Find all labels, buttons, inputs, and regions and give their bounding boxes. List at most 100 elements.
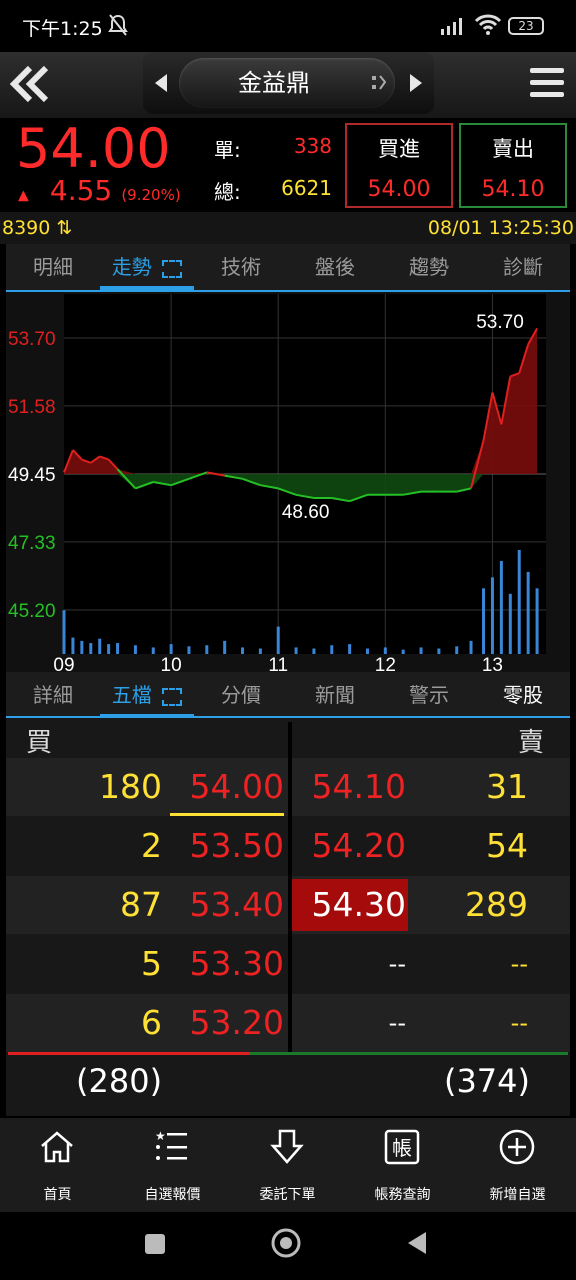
battery-icon: 23 (508, 17, 544, 35)
x-tick-label: 13 (482, 655, 503, 672)
x-tick-label: 09 (53, 655, 74, 672)
stock-name: 金益鼎 (238, 69, 310, 97)
tab-trend[interactable]: 走勢 (100, 244, 194, 290)
nav-watchlist[interactable]: ★ 自選報價 (115, 1118, 230, 1212)
tab-after-hours[interactable]: 盤後 (288, 244, 382, 290)
volume-info: 8390 ⇅ (2, 212, 72, 244)
volume-bar (258, 648, 262, 654)
back-button[interactable] (6, 60, 54, 108)
next-stock-button[interactable] (408, 72, 424, 98)
detail-tabs: 詳細 五檔 分價 新聞 警示 零股 (6, 672, 570, 718)
bid-volume: 87 (120, 885, 162, 924)
tab-alerts[interactable]: 警示 (382, 672, 476, 718)
ask-price[interactable]: 54.20 (292, 817, 406, 875)
status-time: 下午1:25 (22, 18, 103, 40)
svg-text:★: ★ (155, 1129, 166, 1143)
volume-bar (241, 647, 245, 654)
nav-watchlist-label: 自選報價 (144, 1187, 201, 1203)
down-arrow-order-icon (270, 1129, 304, 1164)
tab-tendency[interactable]: 趨勢 (382, 244, 476, 290)
signal-icon (441, 16, 467, 40)
y-tick-label: 51.58 (8, 397, 56, 418)
volume-bar (490, 577, 494, 654)
x-tick-label: 10 (161, 655, 182, 672)
tab-five-levels[interactable]: 五檔 (100, 672, 194, 718)
single-volume-value: 338 (293, 134, 332, 158)
volume-bar (89, 643, 93, 654)
volume-bar (526, 571, 530, 654)
volume-bar (223, 640, 227, 654)
total-volume-value: 6621 (281, 176, 332, 200)
tab-details[interactable]: 詳細 (6, 672, 100, 718)
tab-diagnosis[interactable]: 診斷 (476, 244, 570, 290)
ask-volume: 54 (486, 826, 528, 865)
bid-price[interactable]: 53.40 (170, 876, 284, 934)
current-price-marker (170, 813, 284, 816)
ask-volume: 289 (465, 885, 528, 924)
sell-button[interactable]: 賣出 54.10 (459, 123, 567, 208)
volume-bar (312, 648, 316, 654)
bid-price[interactable]: 53.30 (170, 935, 284, 993)
volume-bar (365, 648, 369, 654)
x-tick-label: 11 (268, 655, 288, 672)
bid-price[interactable]: 54.00 (170, 758, 284, 816)
x-tick-label: 12 (375, 655, 396, 672)
info-bar: 8390 ⇅ 08/01 13:25:30 (0, 212, 576, 244)
ask-volume: -- (510, 950, 528, 978)
add-circle-icon (499, 1129, 535, 1165)
bid-header: 買 (26, 728, 53, 758)
sell-button-label: 賣出 (492, 137, 534, 161)
tab-technical[interactable]: 技術 (194, 244, 288, 290)
back-triangle-icon (408, 1232, 426, 1254)
wifi-icon (474, 14, 502, 40)
nav-account[interactable]: 帳 帳務查詢 (345, 1118, 460, 1212)
bottom-navigation: 首頁 ★ 自選報價 委託下單 帳 帳務查詢 新增自選 (0, 1118, 576, 1212)
nav-order[interactable]: 委託下單 (230, 1118, 345, 1212)
ask-price[interactable]: 54.30 (292, 876, 406, 934)
tab-five-levels-label: 五檔 (111, 683, 152, 707)
volume-bar (169, 644, 173, 654)
change-percent: (9.20%) (121, 186, 181, 204)
tab-odd-lot[interactable]: 零股 (476, 672, 570, 718)
fullscreen-icon[interactable] (162, 259, 183, 278)
menu-button[interactable] (530, 66, 564, 104)
volume-bar (348, 644, 352, 654)
double-chevron-left-icon (9, 65, 49, 103)
volume-bar (508, 593, 512, 654)
nav-add-watch[interactable]: 新增自選 (460, 1118, 575, 1212)
bid-volume: 180 (99, 767, 162, 806)
y-tick-label: 47.33 (8, 533, 56, 554)
volume-bar (437, 648, 441, 654)
triangle-left-icon (155, 74, 167, 92)
ask-price: -- (388, 950, 406, 978)
stock-name-pill[interactable]: 金益鼎 (179, 58, 395, 108)
volume-bar (107, 644, 111, 654)
ask-volume: -- (510, 1009, 528, 1037)
prev-stock-button[interactable] (153, 72, 169, 98)
tab-trend-label: 走勢 (111, 255, 152, 279)
buy-button-price: 54.00 (367, 177, 431, 202)
tab-price-distribution[interactable]: 分價 (194, 672, 288, 718)
status-bar: 下午1:25 23 (0, 0, 576, 52)
hamburger-menu-icon (530, 68, 564, 97)
tab-news[interactable]: 新聞 (288, 672, 382, 718)
buy-button[interactable]: 買進 54.00 (345, 123, 453, 208)
bid-price[interactable]: 53.20 (170, 994, 284, 1052)
volume-bar (80, 640, 84, 654)
volume-bar (205, 645, 209, 654)
ask-volume: 31 (486, 767, 528, 806)
order-book: 買 賣 180 54.00 54.10 31 2 53.50 54.20 54 … (6, 718, 570, 1116)
volume-bar (517, 550, 521, 654)
intraday-chart[interactable]: 53.70 51.58 49.45 47.33 45.20 09 10 11 12 13 53.70… (6, 292, 570, 672)
ask-price: -- (388, 1009, 406, 1037)
chart-tabs: 明細 走勢 技術 盤後 趨勢 診斷 (6, 244, 570, 292)
bid-price[interactable]: 53.50 (170, 817, 284, 875)
volume-bar (383, 647, 387, 654)
tab-detail[interactable]: 明細 (6, 244, 100, 290)
bid-volume: 2 (141, 826, 162, 865)
sell-button-price: 54.10 (481, 177, 545, 202)
price-change: ▲ 4.55 (9.20%) (18, 176, 181, 206)
nav-home[interactable]: 首頁 (0, 1118, 115, 1212)
fullscreen-icon[interactable] (162, 687, 183, 706)
ask-price[interactable]: 54.10 (292, 758, 406, 816)
